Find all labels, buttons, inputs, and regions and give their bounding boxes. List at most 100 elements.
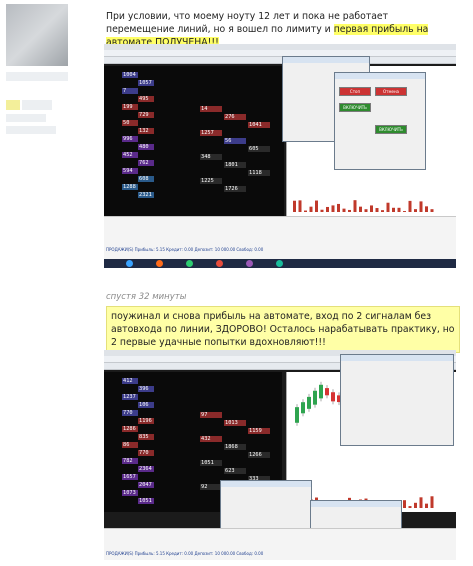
book-cell: 1004 bbox=[122, 72, 138, 78]
volume-bar bbox=[293, 200, 296, 212]
app-icon[interactable] bbox=[216, 260, 223, 267]
book-cell: 348 bbox=[200, 154, 222, 160]
volume-bar bbox=[403, 500, 406, 508]
book-cell: 835 bbox=[138, 434, 154, 440]
app-icon[interactable] bbox=[186, 260, 193, 267]
book-cell: 495 bbox=[138, 96, 154, 102]
book-cell: 782 bbox=[122, 458, 138, 464]
blurred-text bbox=[6, 126, 56, 134]
book-cell: 1225 bbox=[200, 178, 222, 184]
enable-button[interactable]: ВКЛЮЧИТЬ bbox=[339, 103, 371, 112]
volume-bar bbox=[353, 200, 357, 212]
book-cell: 14 bbox=[200, 106, 222, 112]
dialog-title bbox=[341, 355, 453, 361]
volume-bar bbox=[331, 205, 335, 212]
book-cell: 1159 bbox=[248, 428, 270, 434]
book-cell: 770 bbox=[138, 450, 154, 456]
book-cell: 762 bbox=[138, 160, 154, 166]
dialog-title bbox=[311, 501, 401, 507]
book-cell: 1288 bbox=[122, 184, 138, 190]
volume-bar bbox=[342, 208, 346, 212]
dialog-title bbox=[283, 57, 369, 63]
book-cell: 1286 bbox=[122, 426, 138, 432]
book-cell: 770 bbox=[122, 410, 138, 416]
volume-bar bbox=[370, 205, 373, 212]
positions-panel[interactable]: ПРОДАЖИ(S) Прибыль: 5.15 Кредит: 0.00 Де… bbox=[104, 216, 456, 259]
book-cell: 86 bbox=[122, 442, 138, 448]
menu-bar bbox=[104, 50, 456, 57]
book-cell: 276 bbox=[224, 114, 246, 120]
settings-dialog[interactable] bbox=[340, 354, 454, 446]
book-cell: 97 bbox=[200, 412, 222, 418]
book-cell: 7 bbox=[122, 88, 138, 94]
dialog-title bbox=[221, 481, 311, 487]
account-status: ПРОДАЖИ(S) Прибыль: 5.15 Кредит: 0.00 Де… bbox=[106, 247, 264, 252]
volume-bar bbox=[430, 496, 434, 508]
candle-body bbox=[319, 384, 323, 399]
book-cell: 2047 bbox=[138, 482, 154, 488]
candle-body bbox=[331, 392, 335, 402]
volume-bar bbox=[375, 208, 379, 212]
message-2-text: поужинал и снова прибыль на автомате, вх… bbox=[111, 311, 455, 348]
positions-panel[interactable]: ПРОДАЖИ(S) Прибыль: 5.15 Кредит: 0.00 Де… bbox=[104, 528, 456, 560]
book-cell: 396 bbox=[138, 386, 154, 392]
avatar[interactable] bbox=[6, 4, 68, 66]
book-cell: 92 bbox=[200, 484, 222, 490]
book-cell: 1266 bbox=[248, 452, 270, 458]
candle-body bbox=[325, 388, 329, 396]
volume-bar bbox=[408, 200, 412, 212]
candle-body bbox=[307, 396, 311, 409]
cancel-button[interactable]: Отмена bbox=[375, 87, 407, 96]
stop-button[interactable]: Стоп bbox=[339, 87, 371, 96]
dialog-title bbox=[335, 73, 425, 79]
book-cell: 480 bbox=[138, 144, 154, 150]
volume-bar bbox=[348, 209, 351, 212]
auto-entry-dialog[interactable]: Стоп Отмена ВКЛЮЧИТЬ ВКЛЮЧИТЬ bbox=[334, 72, 426, 170]
book-cell: 1013 bbox=[224, 420, 246, 426]
book-cell: 2364 bbox=[138, 466, 154, 472]
volume-bar bbox=[364, 209, 368, 212]
book-cell: 996 bbox=[122, 136, 138, 142]
enable-button[interactable]: ВКЛЮЧИТЬ bbox=[375, 125, 407, 134]
book-cell: 432 bbox=[200, 436, 222, 442]
book-cell: 50 bbox=[122, 120, 138, 126]
volume-bar bbox=[381, 210, 384, 212]
volume-bar bbox=[408, 506, 412, 508]
book-cell: 729 bbox=[138, 112, 154, 118]
book-cell: 56 bbox=[224, 138, 246, 144]
book-cell: 106 bbox=[138, 402, 154, 408]
order-book-cluster[interactable]: 1004 1057 7 495 199 729 50 132 996 480 452 762 594 60… bbox=[104, 66, 284, 216]
book-cell: 594 bbox=[122, 168, 138, 174]
blurred-text bbox=[6, 114, 46, 122]
volume-bar bbox=[320, 209, 324, 212]
volume-bar bbox=[403, 211, 406, 212]
volume-bar bbox=[392, 207, 395, 212]
book-cell: 1726 bbox=[224, 186, 246, 192]
blurred-text bbox=[22, 100, 52, 110]
book-cell: 1057 bbox=[138, 80, 154, 86]
book-cell: 452 bbox=[122, 152, 138, 158]
app-icon[interactable] bbox=[276, 260, 283, 267]
volume-bar bbox=[430, 209, 434, 212]
app-icon[interactable] bbox=[246, 260, 253, 267]
trading-screenshot-1[interactable]: 1004 1057 7 495 199 729 50 132 996 480 452 762 594 60… bbox=[104, 44, 456, 268]
app-icon[interactable] bbox=[156, 260, 163, 267]
book-cell: 1237 bbox=[122, 394, 138, 400]
book-cell: 2321 bbox=[138, 192, 154, 198]
book-cell: 623 bbox=[224, 468, 246, 474]
volume-bar bbox=[425, 503, 428, 508]
book-cell: 199 bbox=[122, 104, 138, 110]
windows-taskbar bbox=[104, 259, 456, 268]
book-cell: 412 bbox=[122, 378, 138, 384]
volume-bar bbox=[337, 203, 340, 212]
book-cell: 608 bbox=[138, 176, 154, 182]
volume-bar bbox=[298, 200, 302, 212]
volume-bar bbox=[397, 207, 401, 212]
volume-bar bbox=[359, 206, 362, 212]
browser-icon[interactable] bbox=[126, 260, 133, 267]
book-cell: 1051 bbox=[138, 498, 154, 504]
book-cell: 132 bbox=[138, 128, 154, 134]
trading-screenshot-2[interactable]: 412 396 1237 106 770 1196 1286 835 86 770 782 2364 1… bbox=[104, 350, 456, 560]
volume-bar bbox=[315, 200, 318, 212]
volume-bar bbox=[414, 209, 417, 212]
